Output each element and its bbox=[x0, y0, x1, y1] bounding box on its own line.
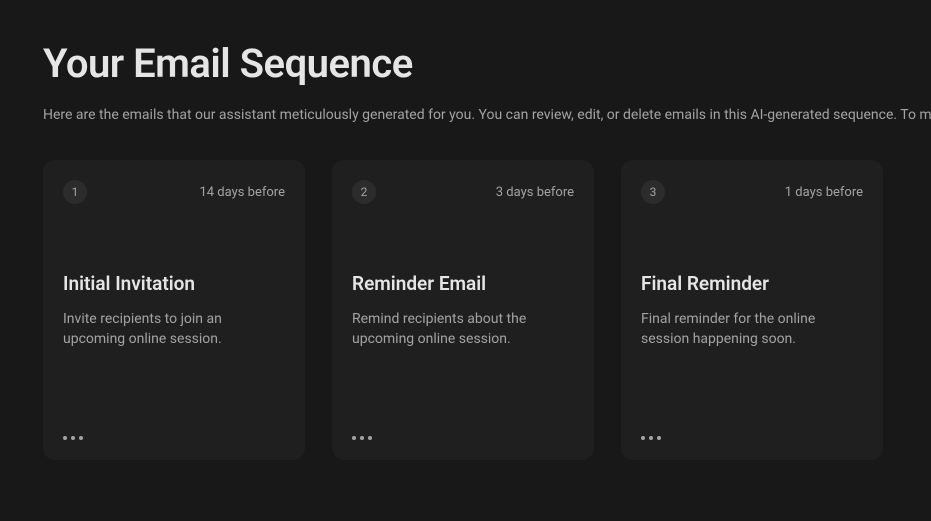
email-card-1[interactable]: 1 14 days before Initial Invitation Invi… bbox=[43, 160, 305, 460]
more-options-icon[interactable] bbox=[641, 432, 661, 444]
card-description: Invite recipients to join an upcoming on… bbox=[63, 309, 285, 350]
card-title: Final Reminder bbox=[641, 272, 863, 295]
card-header: 3 1 days before bbox=[641, 180, 863, 204]
card-number-badge: 1 bbox=[63, 180, 87, 204]
card-title: Initial Invitation bbox=[63, 272, 285, 295]
email-cards-row: 1 14 days before Initial Invitation Invi… bbox=[43, 160, 931, 460]
card-number-badge: 3 bbox=[641, 180, 665, 204]
card-title: Reminder Email bbox=[352, 272, 574, 295]
page-title: Your Email Sequence bbox=[43, 40, 931, 87]
card-description: Final reminder for the online session ha… bbox=[641, 309, 863, 350]
page-description: Here are the emails that our assistant m… bbox=[43, 105, 931, 126]
more-options-icon[interactable] bbox=[63, 432, 83, 444]
email-card-3[interactable]: 3 1 days before Final Reminder Final rem… bbox=[621, 160, 883, 460]
card-description: Remind recipients about the upcoming onl… bbox=[352, 309, 574, 350]
card-header: 1 14 days before bbox=[63, 180, 285, 204]
card-timing-label: 14 days before bbox=[199, 185, 285, 200]
card-timing-label: 3 days before bbox=[496, 185, 574, 200]
card-number-badge: 2 bbox=[352, 180, 376, 204]
card-timing-label: 1 days before bbox=[785, 185, 863, 200]
card-header: 2 3 days before bbox=[352, 180, 574, 204]
more-options-icon[interactable] bbox=[352, 432, 372, 444]
email-card-2[interactable]: 2 3 days before Reminder Email Remind re… bbox=[332, 160, 594, 460]
